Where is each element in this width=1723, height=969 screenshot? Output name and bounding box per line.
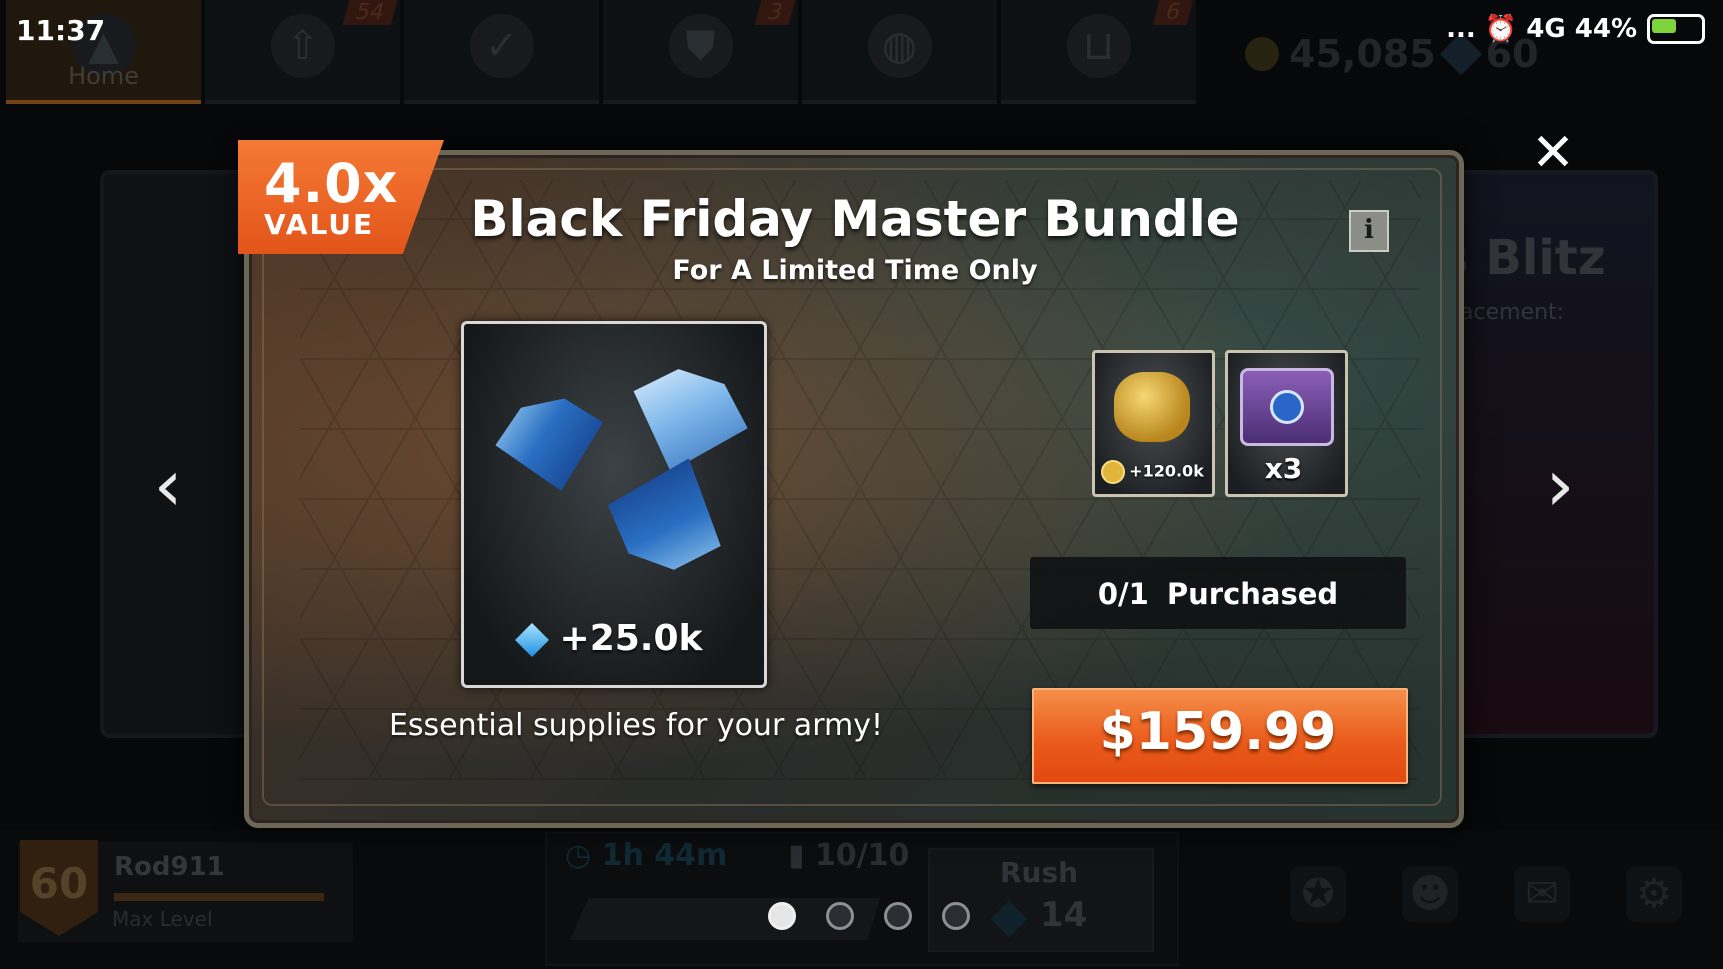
buy-button-price: $159.99: [1099, 702, 1337, 762]
gem-icon: [514, 623, 549, 657]
page-dot[interactable]: [884, 902, 912, 930]
offer-description: Essential supplies for your army!: [388, 708, 884, 743]
gold-coin-icon: [1101, 460, 1126, 484]
crate-dial-icon: [1270, 390, 1304, 424]
bonus-item-crate-count: x3: [1264, 452, 1303, 485]
status-indicators-text: ... ⏰ 4G 44%: [1446, 14, 1637, 44]
page-dot[interactable]: [826, 902, 854, 930]
bonus-item-gold-amount: +120.0k: [1094, 460, 1211, 484]
battery-icon: [1647, 14, 1705, 44]
value-multiplier: 4.0x: [264, 152, 399, 215]
page-indicator: [768, 902, 970, 930]
info-button[interactable]: i: [1349, 210, 1389, 252]
purchase-limit-text: 0/1 Purchased: [1097, 577, 1339, 611]
next-offer-chevron-icon[interactable]: ›: [1540, 449, 1580, 521]
main-item-amount: +25.0k: [461, 618, 761, 659]
status-time: 11:37: [16, 14, 106, 47]
gold-coins-icon: [1114, 372, 1190, 442]
offer-subtitle: For A Limited Time Only: [672, 255, 1038, 286]
page-dot[interactable]: [942, 902, 970, 930]
previous-offer-chevron-icon[interactable]: ‹: [148, 449, 188, 521]
main-item-amount-value: +25.0k: [559, 618, 703, 659]
bonus-item-gold-value: +120.0k: [1129, 461, 1204, 481]
value-label: VALUE: [264, 208, 375, 241]
close-icon[interactable]: ✕: [1530, 127, 1576, 179]
status-indicators: ... ⏰ 4G 44%: [1446, 14, 1705, 44]
page-dot[interactable]: [768, 902, 796, 930]
offer-title: Black Friday Master Bundle: [470, 190, 1240, 248]
